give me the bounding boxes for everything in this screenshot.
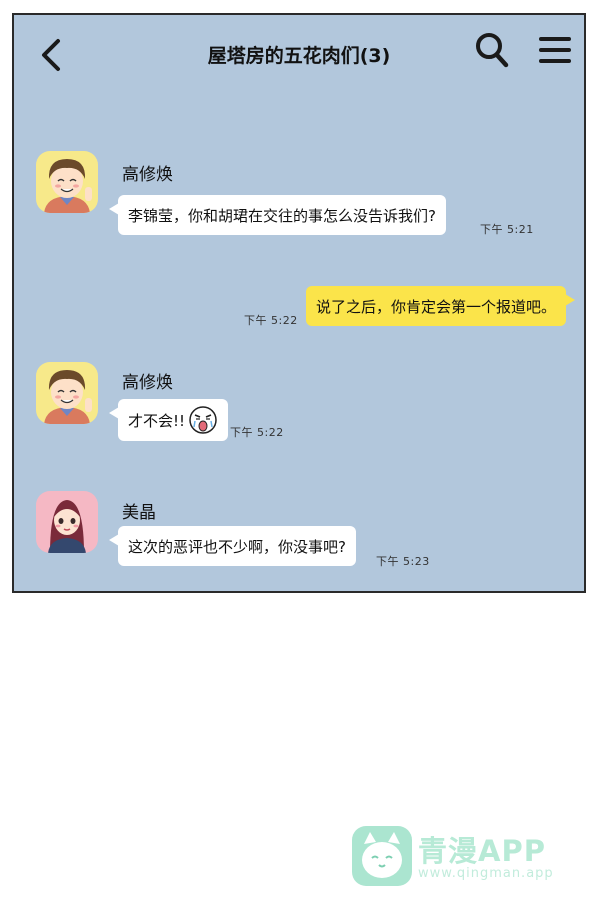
message-bubble[interactable]: 才不会!!	[108, 399, 229, 441]
crying-face-icon	[188, 405, 218, 435]
message-time: 下午 5:22	[230, 426, 284, 439]
sender-name: 高修焕	[122, 165, 173, 185]
avatar[interactable]	[36, 151, 98, 213]
avatar[interactable]	[36, 491, 98, 553]
message-time: 下午 5:21	[480, 223, 534, 236]
message-bubble[interactable]: 李锦莹，你和胡珺在交往的事怎么没告诉我们?	[109, 195, 446, 235]
message-bubble[interactable]: 说了之后，你肯定会第一个报道吧。	[306, 286, 576, 326]
message-text: 李锦莹，你和胡珺在交往的事怎么没告诉我们?	[128, 206, 436, 225]
search-icon[interactable]	[474, 31, 510, 73]
message-text: 才不会!!	[128, 411, 186, 430]
hamburger-menu-icon[interactable]	[538, 35, 572, 69]
message-time: 下午 5:22	[244, 314, 298, 327]
message-text: 这次的恶评也不少啊，你没事吧?	[128, 537, 346, 556]
message-time: 下午 5:23	[376, 555, 430, 568]
watermark-brand: 青漫APP	[418, 834, 546, 868]
chat-window: 屋塔房的五花肉们(3) 高修焕 李锦莹，你和胡珺在交往的事怎么没告诉我们? 下午…	[12, 13, 586, 593]
message-bubble[interactable]: 这次的恶评也不少啊，你没事吧?	[109, 526, 356, 566]
sender-name: 高修焕	[122, 373, 173, 393]
cat-logo-icon	[350, 824, 414, 892]
avatar[interactable]	[36, 362, 98, 424]
message-text: 说了之后，你肯定会第一个报道吧。	[316, 297, 557, 316]
sender-name: 美晶	[122, 503, 156, 523]
watermark-url: www.qingman.app	[418, 866, 554, 881]
